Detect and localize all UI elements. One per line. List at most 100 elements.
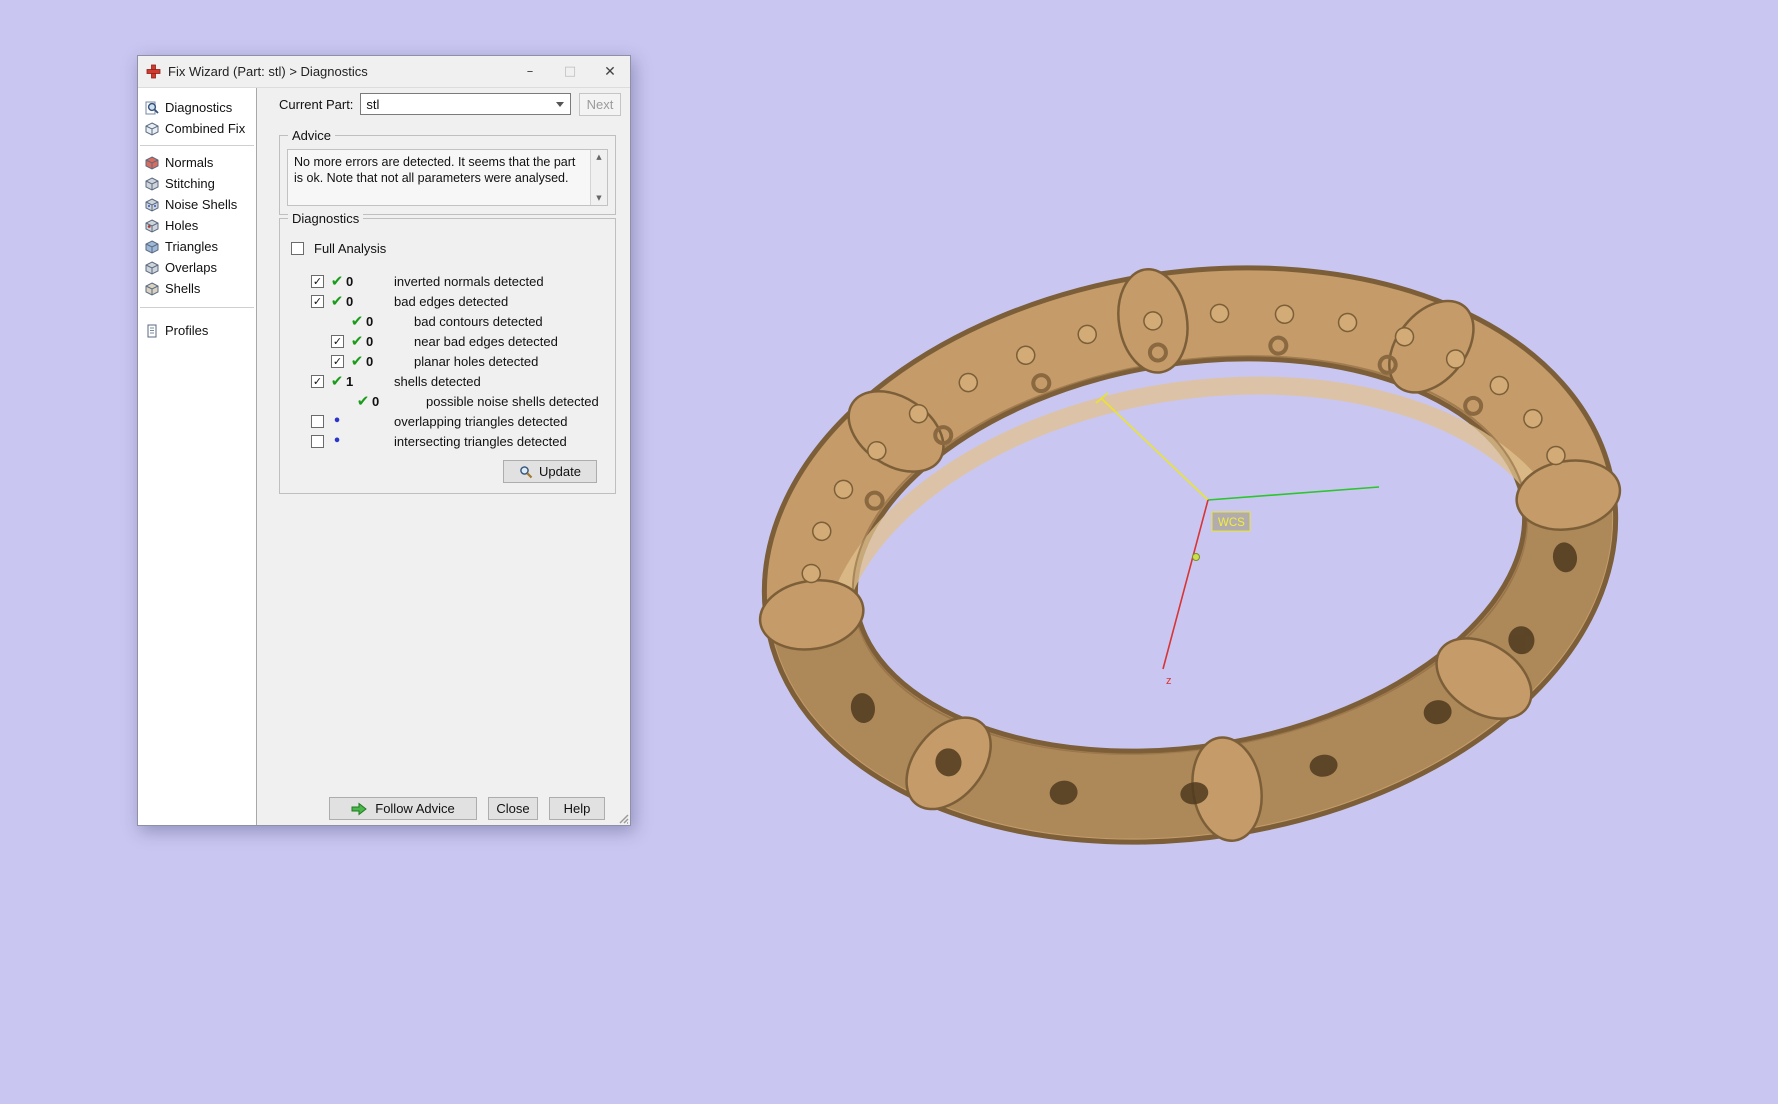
sidebar-item-stitching[interactable]: Stitching [138, 173, 256, 194]
sidebar-item-label: Normals [165, 155, 214, 170]
cube-icon [145, 239, 159, 254]
sidebar-item-combined-fix[interactable]: Combined Fix [138, 118, 256, 139]
magnifier-icon [145, 101, 159, 114]
sidebar-separator [140, 307, 254, 308]
green-check-icon: ✔ [330, 372, 344, 390]
sidebar-item-label: Triangles [165, 239, 218, 254]
help-button[interactable]: Help [549, 797, 605, 820]
diagnostic-label: possible noise shells detected [426, 393, 599, 409]
fix-wizard-sidebar: Diagnostics Combined Fix Normals Stitchi… [138, 88, 257, 825]
sidebar-item-profiles[interactable]: Profiles [138, 320, 256, 341]
checkbox[interactable]: ✓ [331, 354, 344, 368]
diagnostic-row: ✓ ✔ 0 planar holes detected [280, 351, 615, 371]
full-analysis-label: Full Analysis [314, 241, 387, 256]
y-axis-line [1100, 397, 1209, 501]
sidebar-item-label: Noise Shells [165, 197, 238, 212]
maximize-button: □ [563, 64, 577, 79]
chevron-down-icon [556, 102, 564, 107]
checkbox[interactable]: ✓ [331, 334, 344, 348]
green-arrow-icon [351, 801, 368, 816]
green-check-icon: ✔ [350, 312, 364, 330]
advice-scrollbar[interactable]: ▲ ▼ [590, 150, 607, 205]
sidebar-item-overlaps[interactable]: Overlaps [138, 257, 256, 278]
z-axis-line [1162, 499, 1209, 670]
cube-icon [145, 176, 159, 191]
sidebar-item-shells[interactable]: Shells [138, 278, 256, 299]
x-axis-line [1207, 486, 1380, 501]
fix-wizard-window: Fix Wizard (Part: stl) > Diagnostics – □… [137, 55, 631, 826]
checkbox[interactable]: ✓ [311, 274, 324, 288]
checkbox[interactable] [311, 414, 324, 428]
update-button[interactable]: Update [503, 460, 597, 483]
magnifier-icon [520, 465, 533, 478]
sidebar-item-label: Shells [165, 281, 201, 296]
current-part-label: Current Part: [279, 96, 354, 112]
wcs-label: WCS [1218, 517, 1245, 529]
diagnostic-row: ✔ 0 possible noise shells detected [280, 391, 615, 411]
diagnostic-label: bad edges detected [394, 293, 509, 309]
sidebar-item-holes[interactable]: Holes [138, 215, 256, 236]
green-check-icon: ✔ [350, 332, 364, 350]
checkbox[interactable]: ✓ [311, 374, 324, 388]
sidebar-separator [140, 145, 254, 146]
current-part-value: stl [366, 96, 380, 112]
document-icon [147, 324, 157, 337]
checkbox[interactable]: ✓ [311, 294, 324, 308]
diagnostics-group-label: Diagnostics [288, 211, 364, 226]
count-value: 0 [372, 393, 380, 409]
window-title: Fix Wizard (Part: stl) > Diagnostics [168, 64, 368, 79]
advice-group-label: Advice [288, 128, 336, 143]
advice-group: Advice No more errors are detected. It s… [279, 128, 616, 215]
green-check-icon: ✔ [330, 292, 344, 310]
cube-icon [145, 281, 159, 296]
diagnostic-row: ✓ ✔ 0 bad edges detected [280, 291, 615, 311]
advice-text: No more errors are detected. It seems th… [294, 155, 576, 186]
cube-icon [145, 121, 159, 136]
count-value: 0 [346, 273, 354, 289]
sidebar-item-label: Combined Fix [165, 121, 246, 136]
full-analysis-checkbox[interactable] [291, 242, 304, 255]
follow-advice-button[interactable]: Follow Advice [329, 797, 477, 820]
sidebar-item-triangles[interactable]: Triangles [138, 236, 256, 257]
window-titlebar[interactable]: Fix Wizard (Part: stl) > Diagnostics – □… [138, 56, 630, 88]
cube-icon [145, 260, 159, 275]
diagnostic-label: bad contours detected [414, 313, 543, 329]
diagnostic-label: overlapping triangles detected [394, 413, 568, 429]
sidebar-item-normals[interactable]: Normals [138, 152, 256, 173]
count-value: 0 [366, 353, 374, 369]
diagnostic-row: ✓ ✔ 0 inverted normals detected [280, 271, 615, 291]
sidebar-item-diagnostics[interactable]: Diagnostics [138, 97, 256, 118]
minimize-button[interactable]: – [510, 56, 550, 87]
count-value: 0 [366, 313, 374, 329]
cube-icon [145, 197, 159, 212]
scroll-up-icon[interactable]: ▲ [591, 150, 607, 164]
count-value: 0 [366, 333, 374, 349]
diagnostic-label: inverted normals detected [394, 273, 544, 289]
current-part-dropdown[interactable]: stl [360, 93, 571, 115]
diagnostic-row: ✓ ✔ 0 near bad edges detected [280, 331, 615, 351]
close-window-button[interactable]: ✕ [590, 56, 630, 87]
diagnostic-row: ✔ 0 bad contours detected [280, 311, 615, 331]
sidebar-item-noise-shells[interactable]: Noise Shells [138, 194, 256, 215]
diagnostic-row: ✓ ✔ 1 shells detected [280, 371, 615, 391]
count-value: 0 [346, 293, 354, 309]
follow-advice-label: Follow Advice [375, 801, 455, 816]
cube-icon [145, 218, 159, 233]
diagnostic-row: • intersecting triangles detected [280, 431, 615, 451]
sidebar-item-label: Diagnostics [165, 100, 233, 115]
advice-text-box: No more errors are detected. It seems th… [287, 149, 608, 206]
diagnostic-label: planar holes detected [414, 353, 539, 369]
scroll-down-icon[interactable]: ▼ [591, 191, 607, 205]
sidebar-item-label: Overlaps [165, 260, 218, 275]
blue-dot-icon: • [332, 433, 342, 449]
checkbox[interactable] [311, 434, 324, 448]
resize-grip[interactable] [616, 811, 629, 824]
z-axis-label: z [1166, 675, 1172, 687]
next-button[interactable]: Next [579, 92, 621, 116]
diagnostics-group: Diagnostics Full Analysis ✓ ✔ 0 inverted… [279, 211, 616, 494]
close-dialog-button[interactable]: Close [488, 797, 538, 820]
diagnostic-label: near bad edges detected [414, 333, 558, 349]
sidebar-item-label: Stitching [165, 176, 215, 191]
diagnostic-row: • overlapping triangles detected [280, 411, 615, 431]
sidebar-item-label: Profiles [165, 323, 209, 338]
